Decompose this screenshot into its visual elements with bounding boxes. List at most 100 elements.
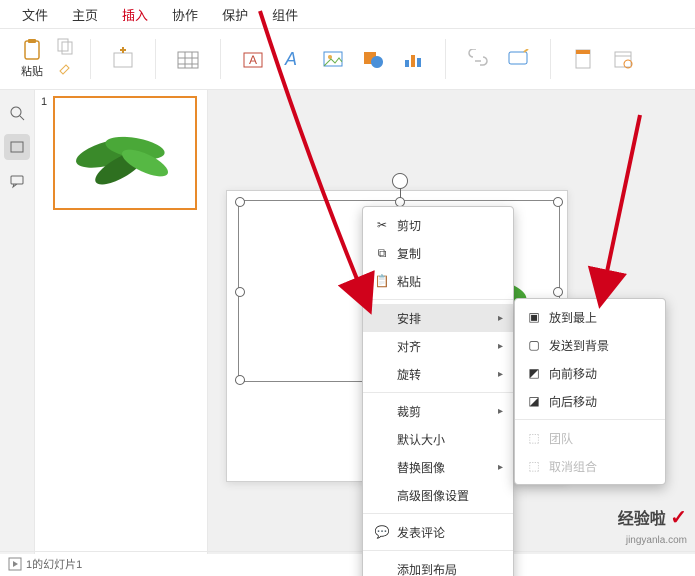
comment-icon	[506, 49, 530, 69]
table-icon	[176, 48, 200, 70]
slide-plus-icon	[111, 47, 135, 71]
submenu-group-label: 团队	[549, 430, 573, 447]
handle-e[interactable]	[553, 287, 563, 297]
slides-button[interactable]	[4, 134, 30, 160]
handle-nw[interactable]	[235, 197, 245, 207]
submenu-ungroup-label: 取消组合	[549, 458, 597, 475]
table-button[interactable]	[172, 43, 204, 75]
status-slide-label: 1的幻灯片1	[26, 556, 82, 572]
tab-file[interactable]: 文件	[10, 1, 60, 28]
chevron-right-icon: ▸	[498, 406, 503, 417]
menu-divider	[363, 513, 513, 514]
menu-addlayout-label: 添加到布局	[397, 561, 457, 576]
comments-icon	[9, 173, 25, 189]
menu-cut[interactable]: ✂剪切	[363, 211, 513, 239]
menu-defaultsize[interactable]: 默认大小	[363, 425, 513, 453]
page-icon	[572, 48, 594, 70]
menu-divider	[363, 392, 513, 393]
textart-button[interactable]: A	[277, 43, 309, 75]
menu-replaceimg[interactable]: 替换图像 ▸	[363, 453, 513, 481]
textbox-icon: A	[241, 48, 265, 70]
handle-w[interactable]	[235, 287, 245, 297]
chevron-right-icon: ▸	[498, 369, 503, 380]
arrange-submenu: ▣放到最上 ▢发送到背景 ◩向前移动 ◪向后移动 ⬚ 团队 ⬚ 取消组合	[514, 298, 666, 485]
paste-button[interactable]: 粘贴	[14, 39, 50, 79]
handle-ne[interactable]	[553, 197, 563, 207]
shape-button[interactable]	[357, 43, 389, 75]
menu-divider	[515, 419, 665, 420]
side-rail	[0, 90, 35, 554]
menu-arrange[interactable]: 安排 ▸	[363, 304, 513, 332]
link-button[interactable]	[462, 43, 494, 75]
tab-protect[interactable]: 保护	[210, 1, 260, 28]
chevron-right-icon: ▸	[498, 313, 503, 324]
copy-icon: ⧉	[373, 246, 391, 261]
menu-addlayout[interactable]: 添加到布局	[363, 555, 513, 576]
chevron-right-icon: ▸	[498, 341, 503, 352]
tab-home[interactable]: 主页	[60, 1, 110, 28]
comment-button[interactable]	[502, 43, 534, 75]
clipboard-icon	[22, 39, 42, 61]
submenu-group: ⬚ 团队	[515, 424, 665, 452]
menu-defaultsize-label: 默认大小	[397, 431, 445, 448]
menu-advimg-label: 高级图像设置	[397, 487, 469, 504]
textart-icon: A	[281, 48, 305, 70]
chart-button[interactable]	[397, 43, 429, 75]
svg-text:A: A	[284, 49, 297, 69]
slide-thumbnail-1[interactable]	[53, 96, 197, 210]
submenu-backward[interactable]: ◪向后移动	[515, 387, 665, 415]
submenu-back[interactable]: ▢发送到背景	[515, 331, 665, 359]
comments-button[interactable]	[4, 168, 30, 194]
format-painter-button[interactable]	[56, 59, 78, 81]
status-bar: 1的幻灯片1	[0, 551, 695, 576]
ribbon: 粘贴 A A	[0, 29, 695, 90]
play-icon	[8, 557, 22, 571]
thumbnail-panel: 1	[35, 90, 208, 554]
tab-bar: 文件 主页 插入 协作 保护 组件	[0, 0, 695, 29]
slides-icon	[9, 139, 25, 155]
svg-text:A: A	[249, 53, 257, 67]
rotate-handle[interactable]	[392, 173, 408, 189]
calendar-icon	[612, 48, 634, 70]
menu-align-label: 对齐	[397, 338, 421, 355]
watermark-logo: 经验啦 ✓ jingyanla.com	[618, 505, 687, 548]
thumb-number: 1	[41, 96, 47, 108]
chevron-right-icon: ▸	[498, 462, 503, 473]
brush-icon	[56, 59, 74, 77]
menu-paste[interactable]: 📋粘贴	[363, 267, 513, 295]
paste-icon: 📋	[373, 274, 391, 288]
image-icon	[321, 48, 345, 70]
add-slide-button[interactable]	[107, 43, 139, 75]
group-icon: ⬚	[525, 431, 543, 445]
menu-copy[interactable]: ⧉复制	[363, 239, 513, 267]
search-icon	[9, 105, 25, 121]
copy-button[interactable]	[56, 37, 78, 59]
image-button[interactable]	[317, 43, 349, 75]
menu-advimg[interactable]: 高级图像设置	[363, 481, 513, 509]
tab-insert[interactable]: 插入	[110, 1, 160, 28]
menu-arrange-label: 安排	[397, 310, 421, 327]
textbox-button[interactable]: A	[237, 43, 269, 75]
menu-replaceimg-label: 替换图像	[397, 459, 445, 476]
header-button[interactable]	[567, 43, 599, 75]
tab-collab[interactable]: 协作	[160, 1, 210, 28]
copy-icon	[56, 37, 74, 55]
paste-label: 粘贴	[21, 63, 43, 79]
submenu-front-label: 放到最上	[549, 309, 597, 326]
link-icon	[466, 49, 490, 69]
submenu-forward[interactable]: ◩向前移动	[515, 359, 665, 387]
handle-sw[interactable]	[235, 375, 245, 385]
menu-align[interactable]: 对齐 ▸	[363, 332, 513, 360]
menu-crop[interactable]: 裁剪▸	[363, 397, 513, 425]
ungroup-icon: ⬚	[525, 459, 543, 473]
submenu-front[interactable]: ▣放到最上	[515, 303, 665, 331]
menu-rotate[interactable]: 旋转▸	[363, 360, 513, 388]
date-button[interactable]	[607, 43, 639, 75]
logo-title: 经验啦	[618, 511, 666, 528]
submenu-backward-label: 向后移动	[549, 393, 597, 410]
check-icon: ✓	[670, 507, 687, 529]
tab-widgets[interactable]: 组件	[260, 1, 310, 28]
menu-comment[interactable]: 💬发表评论	[363, 518, 513, 546]
search-button[interactable]	[4, 100, 30, 126]
context-menu: ✂剪切 ⧉复制 📋粘贴 安排 ▸ 对齐 ▸ 旋转▸ 裁剪▸ 默认大小 替换图像 ▸ 高…	[362, 206, 514, 576]
